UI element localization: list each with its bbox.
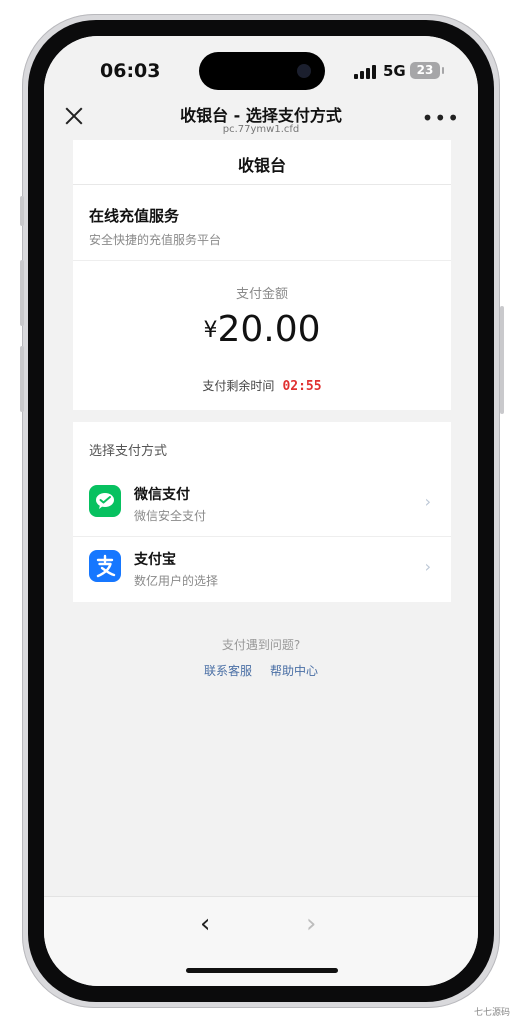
payment-heading: 选择支付方式 (89, 444, 168, 459)
volume-up-button (20, 260, 24, 326)
payment-name: 微信支付 (134, 487, 190, 503)
payment-option-wechat[interactable]: 微信支付 微信安全支付 › (73, 470, 451, 537)
service-subtitle: 安全快捷的充值服务平台 (89, 233, 222, 247)
back-icon[interactable]: ‹ (200, 909, 210, 939)
signal-icon (354, 65, 378, 79)
phone-screen: 06:03 5G 23 收银台 - 选择支付方式 pc.77ymw1.cfd •… (44, 36, 478, 986)
action-button (20, 196, 24, 226)
chevron-right-icon: › (424, 557, 431, 576)
dynamic-island (199, 52, 325, 90)
payment-name: 支付宝 (134, 552, 176, 568)
amount-label: 支付金额 (235, 287, 288, 302)
payment-option-alipay[interactable]: 支付宝 数亿用户的选择 › (73, 535, 451, 601)
service-title: 在线充值服务 (89, 207, 180, 225)
checkout-content: 收银台 在线充值服务 安全快捷的充值服务平台 支付金额 ¥20.00 支付剩余时… (44, 140, 478, 896)
help-question: 支付遇到问题? (221, 638, 301, 652)
chevron-right-icon: › (424, 492, 431, 511)
wechat-pay-icon (89, 485, 121, 517)
network-type: 5G (383, 62, 406, 80)
countdown-row: 支付剩余时间 02:55 (73, 377, 451, 394)
camera-icon (297, 64, 311, 78)
forward-icon[interactable]: › (306, 909, 316, 939)
help-links: 联系客服 帮助中心 (44, 662, 478, 679)
power-button (500, 306, 504, 414)
countdown-value: 02:55 (282, 379, 322, 394)
alipay-icon (89, 550, 121, 582)
volume-down-button (20, 346, 24, 412)
amount-panel: 支付金额 ¥20.00 支付剩余时间 02:55 (73, 261, 451, 410)
status-time: 06:03 (100, 60, 161, 82)
currency-symbol: ¥ (203, 318, 218, 343)
browser-navbar: 收银台 - 选择支付方式 pc.77ymw1.cfd ••• (44, 96, 478, 140)
page-title: 收银台 - 选择支付方式 (180, 106, 342, 125)
home-indicator[interactable] (186, 968, 338, 973)
battery-tip (442, 67, 444, 74)
payment-methods: 选择支付方式 微信支付 微信安全支付 › 支付宝 数亿用户的选择 › (73, 422, 451, 602)
amount-value: ¥20.00 (73, 309, 451, 350)
payment-desc: 数亿用户的选择 (134, 574, 219, 588)
payment-desc: 微信安全支付 (134, 509, 207, 523)
contact-support-link[interactable]: 联系客服 (204, 664, 252, 678)
help-center-link[interactable]: 帮助中心 (270, 664, 318, 678)
checkout-title: 收银台 (237, 156, 286, 175)
more-options-icon[interactable]: ••• (422, 108, 460, 128)
checkout-header: 收银台 (73, 140, 451, 185)
watermark: 七七源码 (473, 1008, 510, 1018)
page-url: pc.77ymw1.cfd (222, 124, 300, 135)
countdown-label: 支付剩余时间 (202, 379, 275, 393)
battery-icon: 23 (410, 62, 440, 79)
amount-number: 20.00 (217, 309, 321, 350)
service-info: 在线充值服务 安全快捷的充值服务平台 (73, 185, 451, 261)
